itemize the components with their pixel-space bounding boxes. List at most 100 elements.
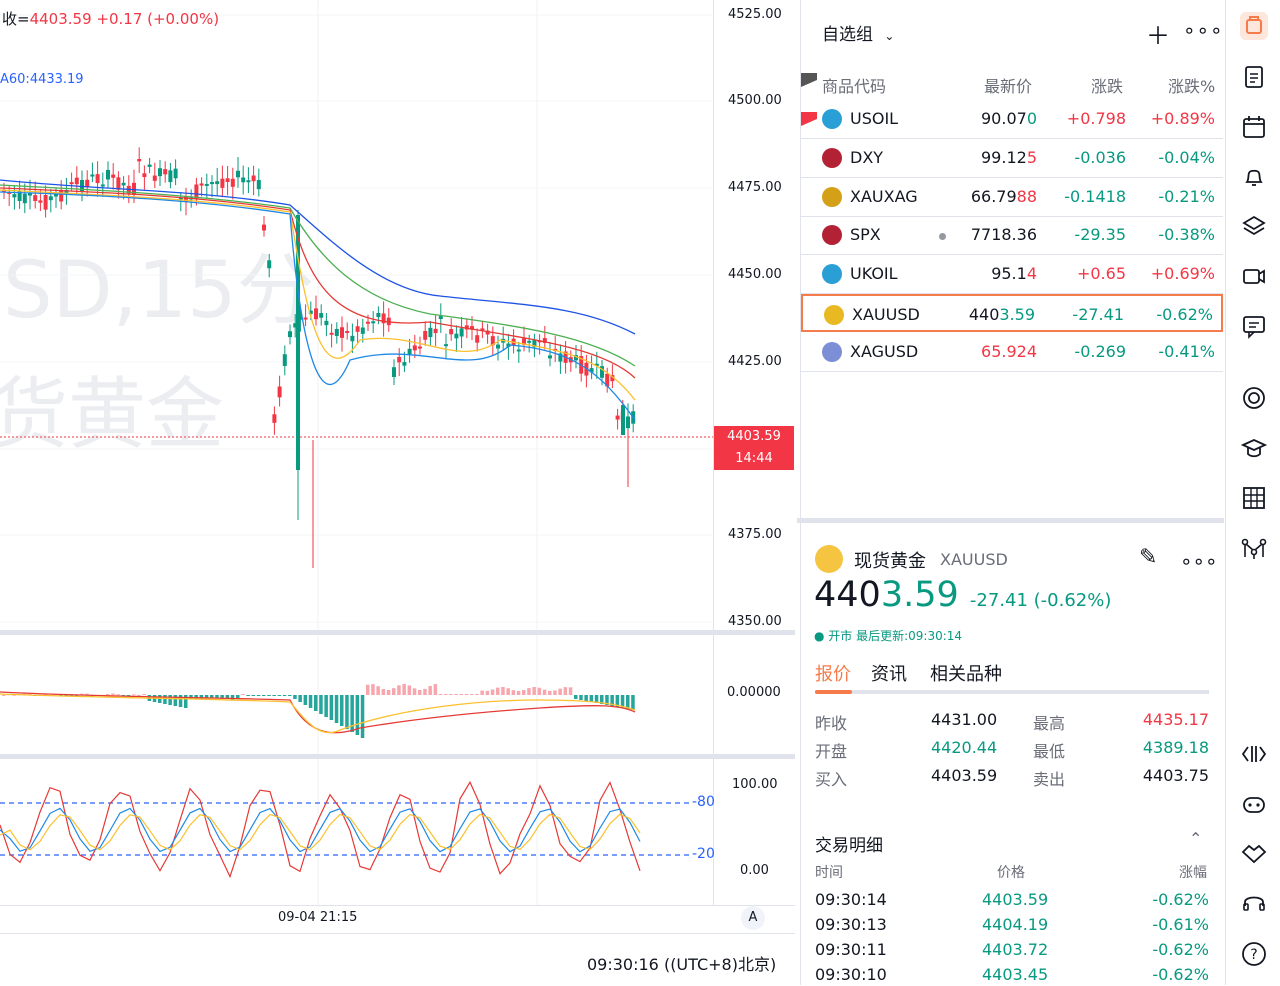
candle-body [319,313,324,318]
macd-histogram-bar [412,688,417,695]
tab-quote[interactable]: 报价 [815,660,851,686]
watchlist-row[interactable]: UKOIL 95.14 +0.65 +0.69% [801,255,1223,295]
row-change-pct: -0.62% [1156,305,1213,324]
watchlist-title[interactable]: 自选组 ⌄ [822,20,894,45]
watchlist-row[interactable]: USOIL 90.070 +0.798 +0.89% [801,100,1223,139]
row-symbol: XAGUSD [850,341,919,361]
watchlist-row[interactable]: DXY 99.125 -0.036 -0.04% [801,139,1223,178]
add-symbol-icon[interactable]: ＋ [1146,16,1170,51]
current-price-tag: 4403.59 [714,426,794,448]
candle-body [527,340,532,343]
tab-related[interactable]: 相关品种 [930,660,1002,686]
watchlist-row[interactable]: XAUUSD 4403.59 -27.41 -0.62% [801,294,1223,332]
row-price: 65.924 [981,342,1037,361]
macd-histogram-bar [116,694,120,696]
macd-histogram-bar [298,695,302,702]
network-icon[interactable] [1240,533,1268,561]
pane-separator[interactable] [0,754,795,759]
macd-histogram-bar [537,687,542,695]
edit-icon[interactable]: ✎ [1139,545,1157,570]
candle-body [402,362,407,366]
support-icon[interactable] [1240,889,1268,917]
tab-track [815,690,1209,694]
chevron-up-icon[interactable]: ⌃ [1189,829,1202,848]
flag-icon[interactable] [801,73,817,87]
col-symbol[interactable]: 商品代码 [822,73,886,97]
table-icon[interactable] [1240,484,1268,512]
price-tick: 4475.00 [728,180,782,195]
macd-histogram-bar [324,695,328,717]
col-last[interactable]: 最新价 [984,73,1032,97]
candle-body [324,320,329,326]
macd-histogram-bar [319,695,323,714]
more-icon[interactable]: ∘∘∘ [1180,549,1218,573]
row-price-main: 7718.36 [970,225,1037,245]
macd-histogram-bar [485,690,490,695]
code-icon[interactable] [1240,740,1268,768]
candle-body [54,194,58,197]
robot-icon[interactable] [1240,790,1268,818]
watchlist-row[interactable]: XAGUSD 65.924 -0.269 -0.41% [801,333,1223,372]
education-icon[interactable] [1240,434,1268,462]
stat-value: 4420.44 [931,738,998,757]
help-icon[interactable]: ? [1240,940,1268,968]
macd-histogram-bar [449,694,453,695]
gold-icon [824,305,844,325]
col-change-pct[interactable]: 涨跌% [1168,73,1215,97]
osc-tick: 100.00 [732,777,778,792]
osc-slow-line [0,813,641,851]
candle-body [236,170,240,178]
candle-body [340,327,344,338]
candle-body [516,349,521,352]
macd-histogram-bar [340,695,344,726]
row-flag-icon[interactable] [801,112,817,126]
chat-icon[interactable] [1240,312,1268,340]
watchlist-row[interactable]: XAUXAG 66.7988 -0.1418 -0.21% [801,178,1223,217]
target-icon[interactable] [1240,384,1268,412]
row-price: 7718.36 [971,225,1037,244]
row-change-pct: -0.38% [1158,225,1215,245]
candle-body [69,182,74,185]
candle-body [303,317,308,320]
row-change: -0.036 [1074,147,1126,167]
macd-histogram-bar [532,687,536,695]
price-tick: 4375.00 [728,527,782,542]
pane-separator[interactable] [0,630,795,635]
candle-body [366,321,370,324]
handshake-icon[interactable] [1240,839,1268,867]
chevron-down-icon: ⌄ [884,29,895,43]
macd-histogram-bar [366,684,370,695]
time-tick: 09-04 21:15 [278,910,358,925]
details-icon[interactable] [1240,63,1268,91]
col-change[interactable]: 涨跌 [1091,73,1123,97]
trade-time: 09:30:14 [815,890,887,909]
row-change-pct: +0.89% [1150,109,1215,128]
stat-label: 最低 [1033,742,1066,761]
candle-body [256,180,261,190]
layers-icon[interactable] [1240,212,1268,240]
chart-area[interactable]: JSD,15分 货黄金 收=4403.59 +0.17 (+0.00%) A60… [0,0,795,985]
macd-histogram-bar [563,687,568,695]
watchlist-row[interactable]: SPX 7718.36 -29.35 -0.38% [801,216,1223,256]
tab-indicator [815,690,852,694]
candle-body [329,332,334,335]
watchlist-icon[interactable] [1240,12,1268,40]
auto-scale-button[interactable]: A [741,906,765,930]
osc-level-low: -20 [692,846,715,862]
candle-body [74,177,79,185]
more-icon[interactable]: ∘∘∘ [1183,18,1224,42]
macd-histogram-bar [579,695,583,700]
calendar-icon[interactable] [1240,113,1268,141]
candle-body [142,173,147,178]
clock-timezone[interactable]: 09:30:16 ((UTC+8)北京) [587,951,776,975]
macd-histogram-bar [230,695,235,700]
alert-icon[interactable] [1240,163,1268,191]
stat-value: 4389.18 [1142,738,1209,757]
macd-histogram-bar [256,695,261,696]
video-icon[interactable] [1240,262,1268,290]
time-axis[interactable]: 09-04 21:15 [0,905,795,933]
tab-news[interactable]: 资讯 [871,660,907,686]
chart-canvas[interactable] [0,0,795,905]
macd-histogram-bar [454,694,458,695]
trades-col-price: 价格 [997,865,1025,881]
